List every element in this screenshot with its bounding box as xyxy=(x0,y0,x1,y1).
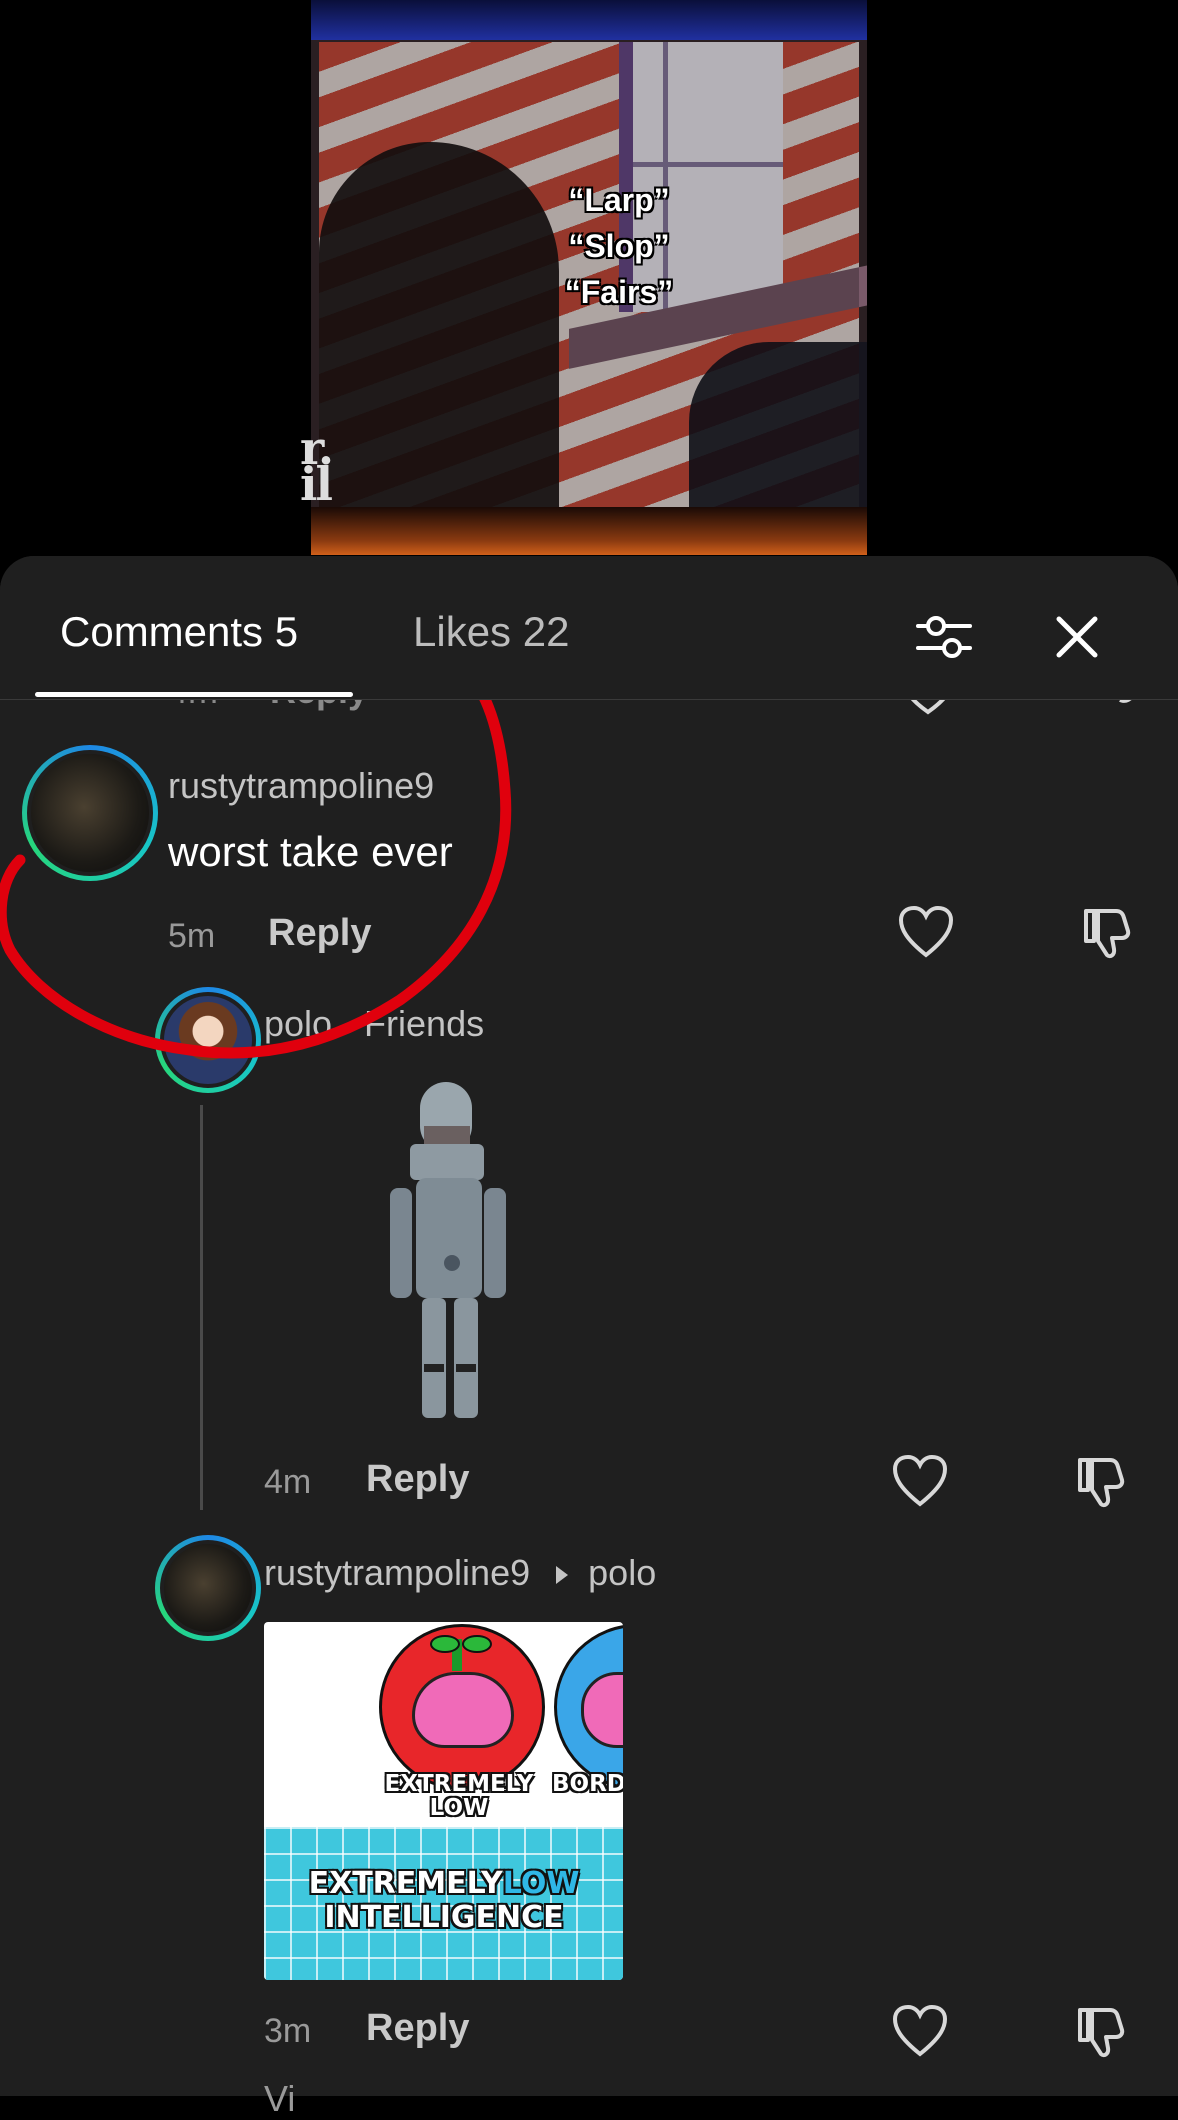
brain-intelligence-meme[interactable]: EXTREMELY LOW BORD EXTREMELYLOW INTELLIG… xyxy=(264,1622,623,1980)
robot-figure-image[interactable] xyxy=(380,1078,520,1428)
filter-button[interactable] xyxy=(909,602,979,672)
avatar[interactable] xyxy=(155,987,261,1093)
dislike-icon[interactable] xyxy=(1072,1454,1128,1510)
video-top-bar xyxy=(311,0,867,40)
heart-icon[interactable] xyxy=(898,905,954,961)
reply-arrow-icon xyxy=(556,1566,569,1585)
comment-time: 5m xyxy=(168,917,216,955)
close-button[interactable] xyxy=(1042,602,1112,672)
comment-time: 3m xyxy=(264,2012,312,2050)
comment-time: 4m xyxy=(264,1463,312,1501)
reply-button[interactable]: Reply xyxy=(366,1458,469,1501)
comment-username: rustytrampoline9 polo xyxy=(264,1552,657,1593)
sliders-icon xyxy=(916,616,972,658)
active-tab-indicator xyxy=(35,692,353,697)
comment-text: worst take ever xyxy=(168,828,453,875)
video-bottom-bar xyxy=(311,507,867,555)
tab-likes[interactable]: Likes 22 xyxy=(413,608,569,656)
thread-line xyxy=(200,1105,203,1510)
avatar[interactable] xyxy=(22,745,158,881)
reply-button[interactable]: Reply xyxy=(366,2007,469,2050)
view-replies-link[interactable]: Vi xyxy=(264,2078,295,2120)
watermark-logo: r. il xyxy=(300,421,334,511)
avatar[interactable] xyxy=(155,1535,261,1641)
heart-icon[interactable] xyxy=(892,2004,948,2060)
reply-button[interactable]: Reply xyxy=(268,912,371,955)
video-frame[interactable]: “Larp” “Slop” “Fairs” xyxy=(311,0,867,555)
comment-username[interactable]: polo · Friends xyxy=(264,1003,484,1045)
dislike-icon[interactable] xyxy=(1078,905,1134,961)
sheet-tabs: Comments 5 Likes 22 xyxy=(0,556,1178,700)
heart-icon[interactable] xyxy=(892,1454,948,1510)
video-scene: “Larp” “Slop” “Fairs” xyxy=(319,42,867,542)
dislike-icon[interactable] xyxy=(1072,2004,1128,2060)
comment-username[interactable]: rustytrampoline9 xyxy=(168,765,434,807)
tab-comments[interactable]: Comments 5 xyxy=(60,608,298,656)
close-icon xyxy=(1056,616,1098,658)
video-caption: “Larp” “Slop” “Fairs” xyxy=(564,182,674,310)
reply-target-username[interactable]: polo xyxy=(588,1552,656,1593)
video-area[interactable]: “Larp” “Slop” “Fairs” r. il xyxy=(0,0,1178,560)
